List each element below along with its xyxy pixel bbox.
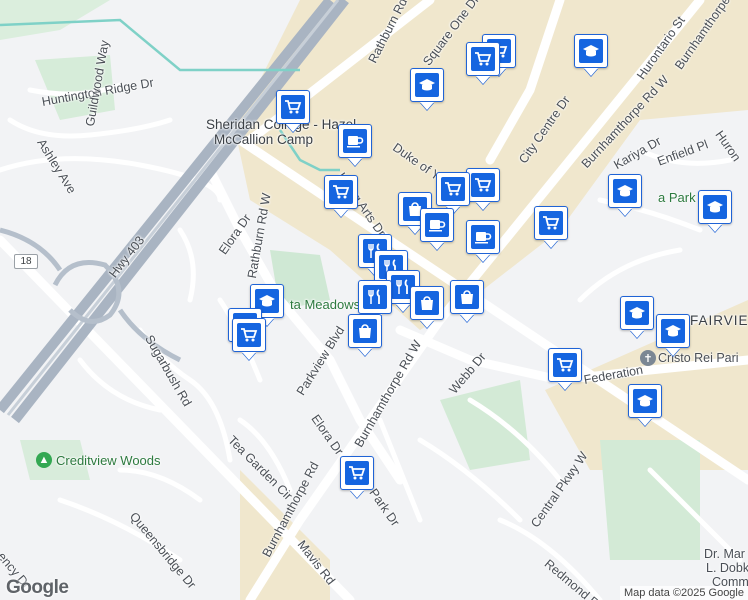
coffee-icon — [425, 213, 449, 237]
pin-cafe-3[interactable] — [466, 220, 500, 254]
pin-school-3[interactable] — [608, 174, 642, 208]
label-meadows: ta Meadows — [290, 297, 361, 312]
education-icon — [703, 195, 727, 219]
education-icon — [415, 73, 439, 97]
pin-school-6[interactable] — [620, 296, 654, 330]
shopping-cart-icon — [329, 180, 353, 204]
map-attribution: Map data ©2025 Google — [619, 586, 748, 600]
pin-school-7[interactable] — [656, 314, 690, 348]
pin-grocery-9[interactable] — [232, 318, 266, 352]
shopping-cart-icon — [345, 461, 369, 485]
pin-store-4[interactable] — [348, 314, 382, 348]
pin-grocery-7[interactable] — [534, 206, 568, 240]
pin-restaurant-4[interactable] — [358, 280, 392, 314]
education-icon — [579, 39, 603, 63]
restaurant-icon — [363, 285, 387, 309]
shopping-cart-icon — [471, 173, 495, 197]
coffee-icon — [343, 129, 367, 153]
shopping-cart-icon — [441, 177, 465, 201]
label-dr-mar: Dr. Mar — [704, 547, 745, 561]
label-dobk: L. Dobk — [706, 561, 748, 575]
pin-school-1[interactable] — [574, 34, 608, 68]
pin-grocery-3[interactable] — [276, 90, 310, 124]
shopping-cart-icon — [471, 47, 495, 71]
pin-grocery-11[interactable] — [340, 456, 374, 490]
pin-cafe-2[interactable] — [420, 208, 454, 242]
education-icon — [661, 319, 685, 343]
shopping-bag-icon — [455, 285, 479, 309]
pin-store-2[interactable] — [410, 286, 444, 320]
label-park-ne: a Park — [658, 190, 696, 205]
shopping-cart-icon — [553, 353, 577, 377]
pin-cafe-1[interactable] — [338, 124, 372, 158]
coffee-icon — [471, 225, 495, 249]
education-icon — [613, 179, 637, 203]
pin-grocery-10[interactable] — [548, 348, 582, 382]
park-tree-icon: ▲ — [36, 452, 52, 468]
map-canvas[interactable]: 18 Huntington Ridge Dr Guildwood Way Ash… — [0, 0, 748, 600]
church-icon: ✝ — [640, 350, 656, 366]
shopping-cart-icon — [539, 211, 563, 235]
label-mccallion: McCallion Camp — [214, 132, 314, 147]
education-icon — [625, 301, 649, 325]
shopping-bag-icon — [415, 291, 439, 315]
google-logo: Google — [6, 577, 69, 598]
pin-school-4[interactable] — [698, 190, 732, 224]
highway-18-shield: 18 — [14, 254, 38, 269]
shopping-bag-icon — [353, 319, 377, 343]
pin-school-8[interactable] — [628, 384, 662, 418]
shopping-cart-icon — [237, 323, 261, 347]
pin-grocery-4[interactable] — [324, 175, 358, 209]
shopping-cart-icon — [281, 95, 305, 119]
pin-grocery-2[interactable] — [466, 42, 500, 76]
education-icon — [633, 389, 657, 413]
label-fairview: FAIRVIE — [690, 313, 748, 328]
label-creditview: Creditview Woods — [56, 453, 161, 468]
pin-store-3[interactable] — [450, 280, 484, 314]
pin-grocery-6[interactable] — [436, 172, 470, 206]
pin-grocery-5[interactable] — [466, 168, 500, 202]
pin-school-2[interactable] — [410, 68, 444, 102]
